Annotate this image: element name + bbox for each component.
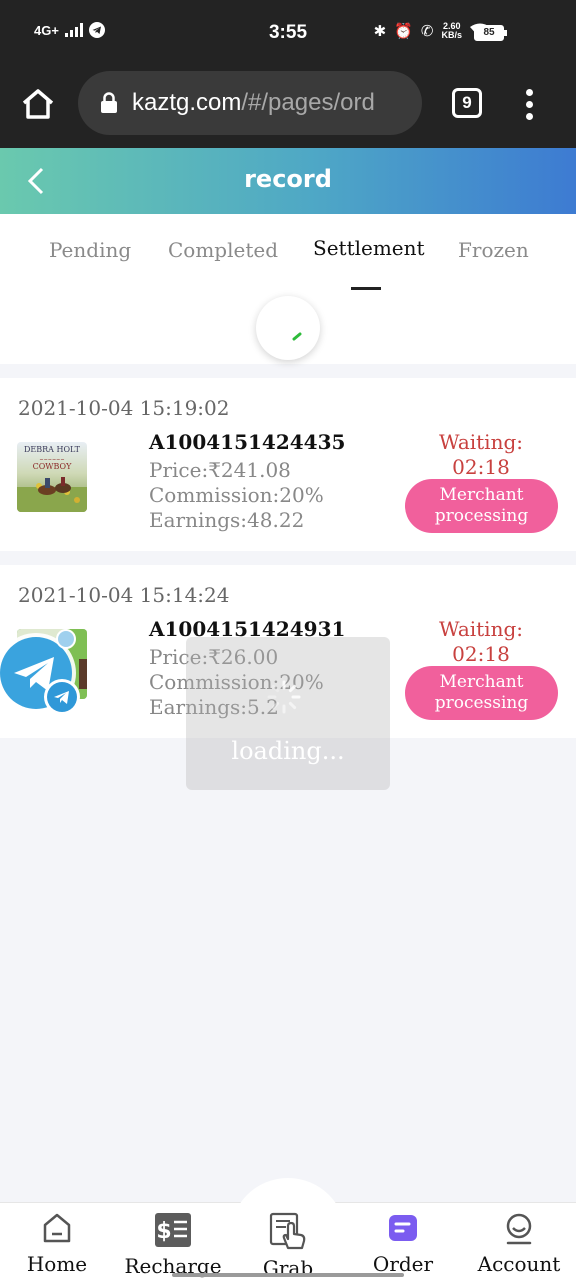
battery-indicator: 85	[474, 25, 507, 41]
status-line-2: processing	[434, 693, 529, 713]
bluetooth-vibrate-icon: ✱	[373, 23, 387, 40]
telegram-floating-icon[interactable]	[0, 627, 88, 719]
grab-icon	[269, 1212, 306, 1250]
waiting-status: Waiting: 02:18	[412, 617, 550, 667]
tab-switcher-button[interactable]: 9	[452, 88, 482, 118]
order-number: A1004151424435	[149, 430, 346, 454]
nav-order[interactable]: Order	[363, 1212, 443, 1276]
refresh-spinner-icon	[292, 332, 302, 341]
alarm-icon: ⏰	[394, 23, 413, 40]
browser-home-icon[interactable]	[20, 86, 56, 122]
call-icon: ✆	[420, 23, 434, 40]
page-header: record	[0, 148, 576, 214]
nav-account[interactable]: Account	[474, 1212, 564, 1276]
waiting-label: Waiting:	[439, 617, 523, 641]
url-path: /#/pages/ord	[241, 89, 375, 116]
order-price: Price:₹241.08	[149, 458, 291, 482]
book-title: COWBOY	[33, 462, 72, 471]
order-icon	[389, 1215, 417, 1241]
merchant-processing-button[interactable]: Merchant processing	[405, 666, 558, 720]
status-bar: 4G+ 3:55 ✱ ⏰ ✆ 2.60 KB/s 85	[0, 0, 576, 66]
order-date: 2021-10-04 15:19:02	[18, 396, 230, 420]
status-line-2: processing	[434, 506, 529, 526]
waiting-label: Waiting:	[439, 430, 523, 454]
tab-pending[interactable]: Pending	[49, 238, 131, 262]
tab-settlement[interactable]: Settlement	[313, 236, 425, 260]
lock-icon	[101, 92, 117, 113]
order-card[interactable]: 2021-10-04 15:19:02 DEBRA HOLT ~~~~~~ CO…	[0, 378, 576, 551]
account-icon	[506, 1213, 532, 1245]
url-host: kaztg.com	[132, 89, 242, 116]
nav-grab[interactable]: Grab	[248, 1212, 328, 1280]
waiting-timer: 02:18	[452, 642, 510, 666]
order-earnings: Earnings:48.22	[149, 508, 305, 532]
browser-menu-icon[interactable]	[520, 86, 540, 122]
waiting-status: Waiting: 02:18	[412, 430, 550, 480]
browser-toolbar: kaztg.com/#/pages/ord 9	[0, 66, 576, 148]
waiting-timer: 02:18	[452, 455, 510, 479]
book-author: DEBRA HOLT	[24, 445, 81, 454]
page-title: record	[244, 165, 332, 193]
product-thumbnail: DEBRA HOLT ~~~~~~ COWBOY	[17, 442, 87, 512]
order-date: 2021-10-04 15:14:24	[18, 583, 230, 607]
loading-toast: loading...	[186, 637, 390, 790]
home-icon	[43, 1213, 71, 1243]
nav-recharge[interactable]: $ Recharge	[122, 1212, 224, 1278]
network-speed: 2.60 KB/s	[441, 22, 462, 40]
status-line-1: Merchant	[439, 485, 524, 505]
active-tab-indicator	[351, 287, 381, 290]
nav-account-label: Account	[477, 1252, 561, 1276]
order-status-tabs: Pending Completed Settlement Frozen	[0, 214, 576, 364]
order-commission: Commission:20%	[149, 483, 324, 507]
svg-text:$: $	[156, 1219, 171, 1244]
pull-refresh-spinner	[256, 296, 320, 360]
merchant-processing-button[interactable]: Merchant processing	[405, 479, 558, 533]
loading-spinner-icon	[267, 680, 301, 714]
speed-unit: KB/s	[441, 30, 462, 40]
tab-frozen[interactable]: Frozen	[458, 238, 529, 262]
nav-home-label: Home	[26, 1252, 88, 1276]
recharge-icon: $	[155, 1213, 191, 1247]
book-cover-image: DEBRA HOLT ~~~~~~ COWBOY	[17, 442, 87, 512]
loading-label: loading...	[231, 737, 345, 765]
gesture-home-indicator	[172, 1273, 404, 1277]
url-bar[interactable]: kaztg.com/#/pages/ord	[78, 71, 422, 135]
status-right: ✱ ⏰ ✆ 2.60 KB/s	[374, 22, 490, 40]
tab-completed[interactable]: Completed	[168, 238, 278, 262]
status-line-1: Merchant	[439, 672, 524, 692]
nav-home[interactable]: Home	[17, 1212, 97, 1276]
